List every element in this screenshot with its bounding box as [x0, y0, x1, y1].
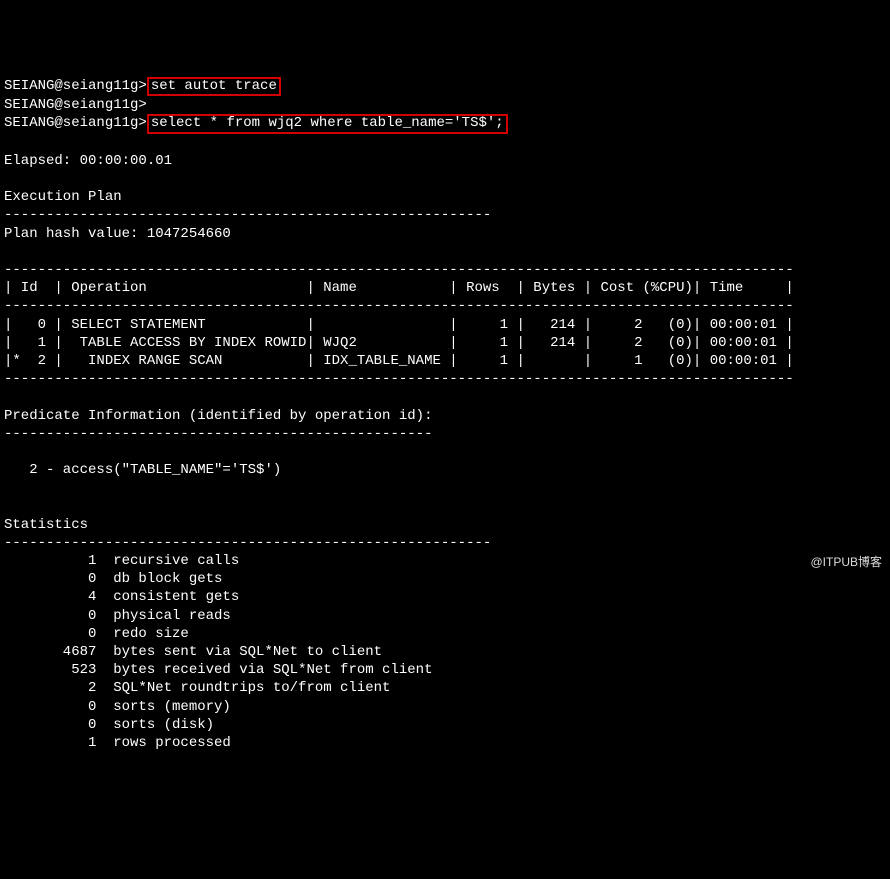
sql-prompt: SEIANG@seiang11g>	[4, 115, 147, 131]
stat-line: 0 sorts (memory)	[4, 699, 231, 715]
sql-prompt: SEIANG@seiang11g>	[4, 97, 147, 113]
stat-line: 0 sorts (disk)	[4, 717, 214, 733]
divider: ----------------------------------------…	[4, 535, 491, 551]
plan-table-header: | Id | Operation | Name | Rows | Bytes |…	[4, 280, 794, 296]
predicate-info-heading: Predicate Information (identified by ope…	[4, 408, 432, 424]
plan-hash-value: Plan hash value: 1047254660	[4, 226, 231, 242]
plan-table-row: |* 2 | INDEX RANGE SCAN | IDX_TABLE_NAME…	[4, 353, 794, 369]
stat-line: 4 consistent gets	[4, 589, 239, 605]
plan-table-border: ----------------------------------------…	[4, 262, 794, 278]
divider: ----------------------------------------…	[4, 426, 432, 442]
stat-line: 0 redo size	[4, 626, 189, 642]
execution-plan-heading: Execution Plan	[4, 189, 122, 205]
terminal-output[interactable]: SEIANG@seiang11g>set autot trace SEIANG@…	[4, 77, 886, 752]
command-autotrace: set autot trace	[147, 77, 281, 96]
elapsed-time: Elapsed: 00:00:00.01	[4, 153, 172, 169]
stat-line: 0 db block gets	[4, 571, 222, 587]
stat-line: 2 SQL*Net roundtrips to/from client	[4, 680, 390, 696]
predicate-line: 2 - access("TABLE_NAME"='TS$')	[4, 462, 281, 478]
stat-line: 4687 bytes sent via SQL*Net to client	[4, 644, 382, 660]
stat-line: 523 bytes received via SQL*Net from clie…	[4, 662, 432, 678]
watermark: @ITPUB博客	[810, 555, 882, 571]
stat-line: 1 recursive calls	[4, 553, 239, 569]
stat-line: 0 physical reads	[4, 608, 231, 624]
sql-prompt: SEIANG@seiang11g>	[4, 78, 147, 94]
plan-table-border: ----------------------------------------…	[4, 371, 794, 387]
divider: ----------------------------------------…	[4, 207, 491, 223]
plan-table-border: ----------------------------------------…	[4, 298, 794, 314]
stat-line: 1 rows processed	[4, 735, 231, 751]
command-select: select * from wjq2 where table_name='TS$…	[147, 114, 508, 133]
statistics-heading: Statistics	[4, 517, 88, 533]
plan-table-row: | 1 | TABLE ACCESS BY INDEX ROWID| WJQ2 …	[4, 335, 794, 351]
plan-table-row: | 0 | SELECT STATEMENT | | 1 | 214 | 2 (…	[4, 317, 794, 333]
